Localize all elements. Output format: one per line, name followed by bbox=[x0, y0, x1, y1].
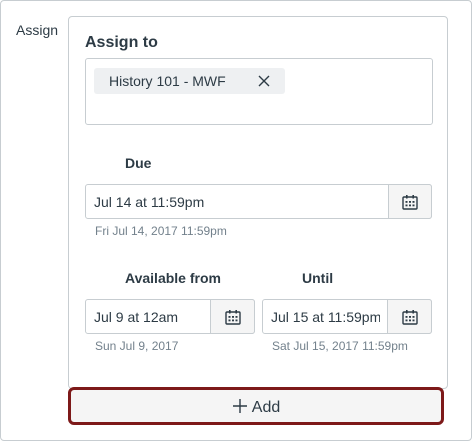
until-calendar-button[interactable] bbox=[387, 299, 432, 334]
due-date-field[interactable]: Jul 14 at 11:59pm bbox=[85, 184, 432, 219]
due-label: Due bbox=[125, 155, 152, 171]
until-label: Until bbox=[302, 270, 334, 286]
calendar-icon bbox=[402, 194, 418, 210]
until-field[interactable]: Jul 15 at 11:59pm bbox=[262, 299, 432, 334]
due-calendar-button[interactable] bbox=[388, 184, 432, 219]
section-label: Assign bbox=[16, 22, 59, 38]
available-from-label: Available from bbox=[125, 270, 221, 286]
assignee-token-label: History 101 - MWF bbox=[109, 73, 226, 89]
available-from-value: Jul 9 at 12am bbox=[94, 309, 179, 325]
until-value: Jul 15 at 11:59pm bbox=[271, 309, 380, 325]
close-icon[interactable] bbox=[257, 74, 271, 88]
assign-to-heading: Assign to bbox=[85, 34, 158, 51]
due-date-value: Jul 14 at 11:59pm bbox=[94, 194, 205, 210]
available-from-calendar-button[interactable] bbox=[210, 299, 255, 334]
due-date-hint: Fri Jul 14, 2017 11:59pm bbox=[95, 224, 227, 238]
add-button[interactable]: Add bbox=[68, 387, 444, 425]
add-button-content: Add bbox=[71, 398, 441, 417]
plus-icon bbox=[232, 399, 247, 413]
add-button-label: Add bbox=[251, 399, 281, 416]
calendar-icon bbox=[224, 309, 241, 325]
assignee-token: History 101 - MWF bbox=[94, 68, 285, 94]
until-hint: Sat Jul 15, 2017 11:59pm bbox=[272, 339, 408, 353]
available-from-field[interactable]: Jul 9 at 12am bbox=[85, 299, 255, 334]
available-from-hint: Sun Jul 9, 2017 bbox=[95, 339, 179, 353]
calendar-icon bbox=[401, 309, 418, 325]
